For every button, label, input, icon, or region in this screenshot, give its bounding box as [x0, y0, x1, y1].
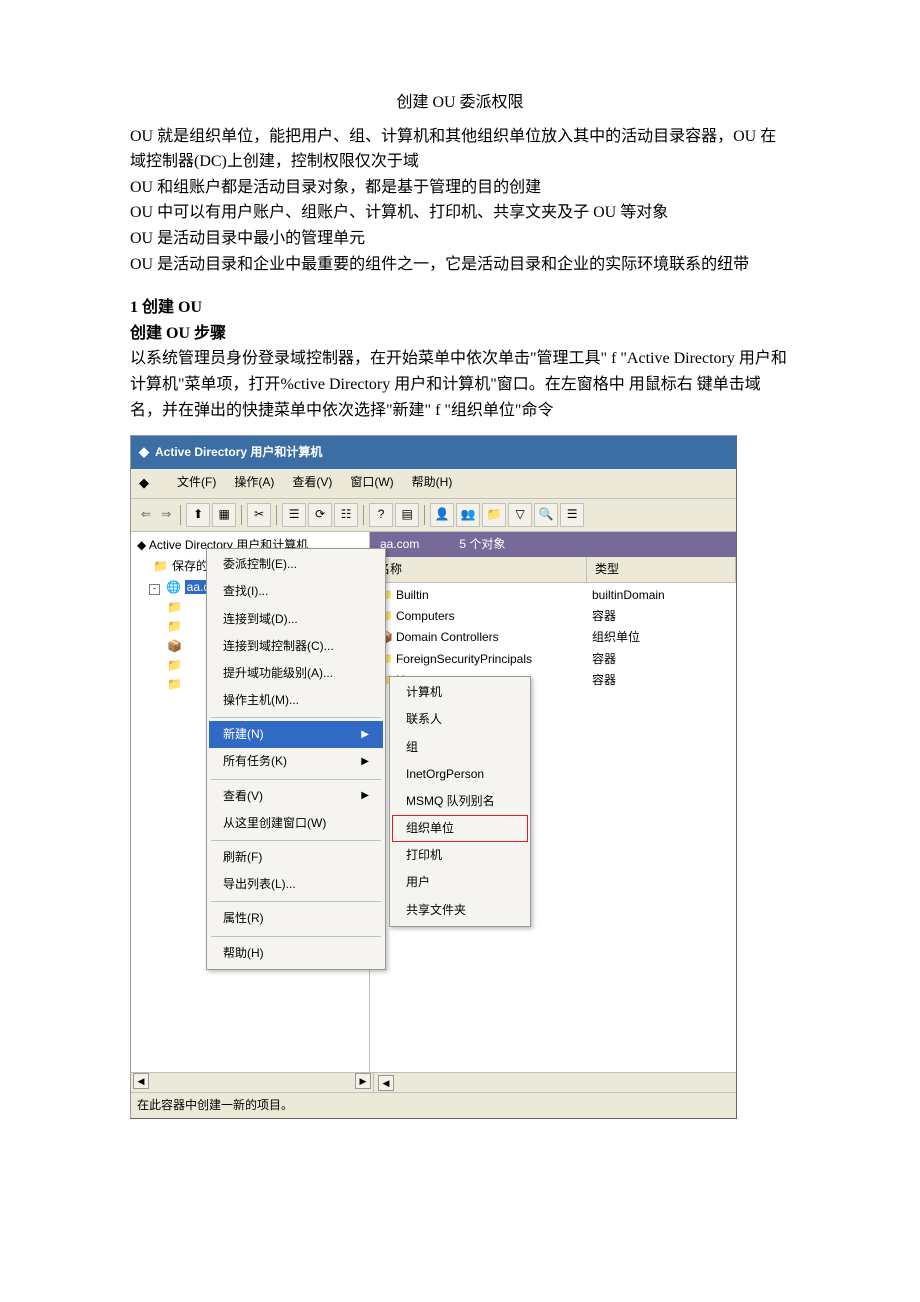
list-row[interactable]: 📁ForeignSecurityPrincipals 容器 — [370, 649, 736, 670]
menu-file[interactable]: 文件(F) — [177, 473, 216, 494]
list-row[interactable]: 📁Computers 容器 — [370, 606, 736, 627]
toolbar-up-icon[interactable]: ⬆ — [186, 503, 210, 527]
toolbar-help-icon[interactable]: ? — [369, 503, 393, 527]
ctx-ops-master[interactable]: 操作主机(M)... — [209, 687, 383, 714]
sub-shared-folder[interactable]: 共享文件夹 — [392, 897, 528, 924]
expand-minus-icon[interactable]: - — [149, 584, 160, 595]
ctx-new[interactable]: 新建(N)▶ — [209, 721, 383, 748]
sub-user[interactable]: 用户 — [392, 869, 528, 896]
ctx-new-window[interactable]: 从这里创建窗口(W) — [209, 810, 383, 837]
col-name[interactable]: 名称 — [370, 557, 587, 582]
toolbar-cut-icon[interactable]: ✂ — [247, 503, 271, 527]
section-1-subheading: 创建 OU 步骤 — [130, 321, 790, 347]
intro-line-3: OU 中可以有用户账户、组账户、计算机、打印机、共享文夹及子 OU 等对象 — [130, 200, 790, 226]
chevron-right-icon: ▶ — [361, 727, 369, 743]
sub-contact[interactable]: 联系人 — [392, 706, 528, 733]
new-submenu: 计算机 联系人 组 InetOrgPerson MSMQ 队列别名 组织单位 打… — [389, 676, 531, 927]
ctx-properties[interactable]: 属性(R) — [209, 905, 383, 932]
folder-icon: 📁 — [167, 619, 182, 633]
ctx-all-tasks[interactable]: 所有任务(K)▶ — [209, 748, 383, 775]
screenshot-ad-users: ◆ Active Directory 用户和计算机 ◆ 文件(F) 操作(A) … — [130, 435, 737, 1119]
toolbar-refresh-icon[interactable]: ⟳ — [308, 503, 332, 527]
list-header: 名称 类型 — [370, 557, 736, 583]
ctx-connect-domain[interactable]: 连接到域(D)... — [209, 606, 383, 633]
toolbar-user1-icon[interactable]: 👤 — [430, 503, 454, 527]
section-1-steps: 以系统管理员身份登录域控制器，在开始菜单中依次单击"管理工具" f "Activ… — [130, 346, 790, 423]
toolbar-show-icon[interactable]: ▦ — [212, 503, 236, 527]
toolbar: ⇐ ⇒ ⬆ ▦ ✂ ☰ ⟳ ☷ ? ▤ 👤 👥 📁 ▽ 🔍 ☰ — [131, 499, 736, 532]
intro-block: OU 就是组织单位，能把用户、组、计算机和其他组织单位放入其中的活动目录容器，O… — [130, 124, 790, 278]
col-type[interactable]: 类型 — [587, 557, 736, 582]
toolbar-folder-icon[interactable]: 📁 — [482, 503, 506, 527]
nav-back-icon[interactable]: ⇐ — [137, 505, 155, 524]
toolbar-filter-icon[interactable]: ▽ — [508, 503, 532, 527]
ctx-raise-level[interactable]: 提升域功能级别(A)... — [209, 660, 383, 687]
toolbar-user2-icon[interactable]: 👥 — [456, 503, 480, 527]
section-1-heading: 1 创建 OU — [130, 295, 790, 321]
sub-ou[interactable]: 组织单位 — [392, 815, 528, 842]
list-row[interactable]: 📁Builtin builtinDomain — [370, 585, 736, 606]
intro-line-4: OU 是活动目录中最小的管理单元 — [130, 226, 790, 252]
folder-icon: 📁 — [167, 600, 182, 614]
menu-help[interactable]: 帮助(H) — [412, 473, 453, 494]
sub-computer[interactable]: 计算机 — [392, 679, 528, 706]
toolbar-action-icon[interactable]: ☰ — [560, 503, 584, 527]
doc-title: 创建 OU 委派权限 — [130, 90, 790, 116]
window-titlebar: ◆ Active Directory 用户和计算机 — [131, 436, 736, 469]
globe-icon: 🌐 — [166, 580, 181, 594]
intro-line-1: OU 就是组织单位，能把用户、组、计算机和其他组织单位放入其中的活动目录容器，O… — [130, 124, 790, 175]
sub-group[interactable]: 组 — [392, 734, 528, 761]
sub-msmq[interactable]: MSMQ 队列别名 — [392, 788, 528, 815]
list-row[interactable]: 📦Domain Controllers 组织单位 — [370, 627, 736, 648]
chevron-right-icon: ▶ — [361, 788, 369, 804]
ctx-refresh[interactable]: 刷新(F) — [209, 844, 383, 871]
app-small-icon: ◆ — [139, 473, 149, 494]
ou-icon: 📦 — [167, 639, 182, 653]
ctx-export[interactable]: 导出列表(L)... — [209, 871, 383, 898]
folder-icon: 📁 — [167, 658, 182, 672]
ctx-help[interactable]: 帮助(H) — [209, 940, 383, 967]
menubar: ◆ 文件(F) 操作(A) 查看(V) 窗口(W) 帮助(H) — [131, 469, 736, 499]
toolbar-export-icon[interactable]: ☷ — [334, 503, 358, 527]
scroll-left-icon[interactable]: ◀ — [133, 1073, 149, 1089]
menu-view[interactable]: 查看(V) — [292, 473, 332, 494]
ctx-delegate[interactable]: 委派控制(E)... — [209, 551, 383, 578]
status-count: 5 个对象 — [459, 535, 505, 554]
ctx-find[interactable]: 查找(I)... — [209, 578, 383, 605]
scroll-right-icon[interactable]: ▶ — [355, 1073, 371, 1089]
scroll-left-icon[interactable]: ◀ — [378, 1075, 394, 1091]
nav-forward-icon[interactable]: ⇒ — [157, 505, 175, 524]
window-title: Active Directory 用户和计算机 — [155, 443, 322, 462]
intro-line-5: OU 是活动目录和企业中最重要的组件之一，它是活动目录和企业的实际环境联系的纽带 — [130, 252, 790, 278]
chevron-right-icon: ▶ — [361, 754, 369, 770]
ctx-connect-dc[interactable]: 连接到域控制器(C)... — [209, 633, 383, 660]
intro-line-2: OU 和组账户都是活动目录对象，都是基于管理的目的创建 — [130, 175, 790, 201]
folder-icon: 📁 — [153, 559, 168, 573]
sub-inetorgperson[interactable]: InetOrgPerson — [392, 761, 528, 788]
ctx-view[interactable]: 查看(V)▶ — [209, 783, 383, 810]
list-status: aa.com 5 个对象 — [370, 532, 736, 557]
menu-window[interactable]: 窗口(W) — [350, 473, 393, 494]
menu-action[interactable]: 操作(A) — [234, 473, 274, 494]
folder-icon: 📁 — [167, 677, 182, 691]
context-menu: 委派控制(E)... 查找(I)... 连接到域(D)... 连接到域控制器(C… — [206, 548, 386, 970]
app-icon: ◆ — [139, 442, 149, 463]
statusbar: 在此容器中创建一新的项目。 — [131, 1092, 736, 1118]
toolbar-find-icon[interactable]: 🔍 — [534, 503, 558, 527]
scroll-area: ◀ ▶ ◀ — [131, 1072, 736, 1092]
toolbar-props-icon[interactable]: ☰ — [282, 503, 306, 527]
toolbar-list-icon[interactable]: ▤ — [395, 503, 419, 527]
sub-printer[interactable]: 打印机 — [392, 842, 528, 869]
